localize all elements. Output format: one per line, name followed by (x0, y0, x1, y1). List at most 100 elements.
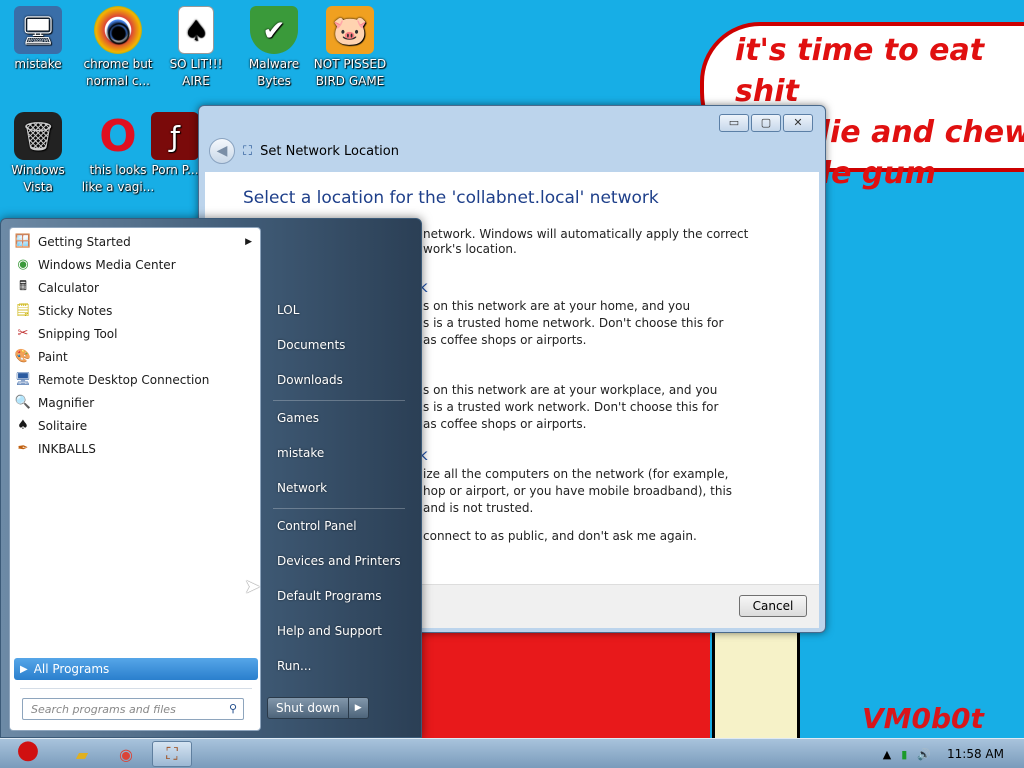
start-link-downloads[interactable]: Downloads (267, 366, 415, 394)
program-item-paint[interactable]: 🎨 Paint (10, 345, 260, 368)
chrome-icon: ◉ (119, 744, 133, 764)
window-heading: Select a location for the 'collabnet.loc… (243, 188, 659, 208)
program-label: Paint (38, 349, 68, 364)
desktop-icon-chrome[interactable]: ◉ chrome but normal c... (80, 6, 156, 90)
start-button[interactable]: ● (2, 731, 54, 768)
maximize-button[interactable]: ▢ (751, 114, 781, 132)
desktop-icon-porn[interactable]: ƒ Porn P... (150, 112, 200, 179)
start-link-control-panel[interactable]: Control Panel (267, 512, 415, 540)
triangle-right-icon: ▶ (20, 663, 28, 675)
desktop-icon-mistake[interactable]: 🖥 mistake (0, 6, 76, 73)
separator (273, 508, 405, 509)
start-link-run[interactable]: Run... (267, 652, 415, 680)
desktop-icon-label: Malware Bytes (248, 57, 300, 88)
program-item-calculator[interactable]: 🖩 Calculator (10, 276, 260, 299)
trash-icon: 🗑 (14, 112, 62, 160)
program-item-sticky-notes[interactable]: 🗒 Sticky Notes (10, 299, 260, 322)
show-hidden-icons-arrow-icon[interactable]: ▲ (883, 748, 891, 761)
shutdown-button[interactable]: Shut down (267, 697, 349, 719)
magnifier-icon: 🔍 (14, 395, 32, 410)
program-label: Solitaire (38, 418, 88, 433)
flash-icon: ƒ (151, 112, 199, 160)
desktop-icon-solitaire[interactable]: ♠ SO LIT!!! AIRE (158, 6, 234, 90)
network-icon: ⛶ (243, 143, 253, 159)
shutdown-group: Shut down ▶ (267, 697, 369, 719)
minimize-button[interactable]: ▭ (719, 114, 749, 132)
desktop-icon-label: mistake (14, 57, 62, 71)
public-network-text: and is not trusted. (423, 501, 534, 515)
public-network-text: ize all the computers on the network (fo… (423, 467, 729, 481)
network-status-icon[interactable]: ▮ (901, 748, 907, 761)
program-item-solitaire[interactable]: ♠ Solitaire (10, 414, 260, 437)
program-label: Getting Started (38, 234, 131, 249)
desktop-icon-vista[interactable]: 🗑 Windows Vista (0, 112, 76, 196)
window-title: Set Network Location (260, 143, 399, 159)
start-link-default-programs[interactable]: Default Programs (267, 582, 415, 610)
taskbar-explorer[interactable]: ▰ (62, 741, 102, 767)
getting-started-icon: 🪟 (14, 234, 32, 249)
program-label: Calculator (38, 280, 99, 295)
all-programs-button[interactable]: ▶ All Programs (14, 658, 258, 680)
program-item-remote-desktop[interactable]: 🖥 Remote Desktop Connection (10, 368, 260, 391)
clock[interactable]: 11:58 AM (947, 747, 1004, 761)
ink-icon: ✒ (17, 441, 29, 456)
program-item-magnifier[interactable]: 🔍 Magnifier (10, 391, 260, 414)
folder-icon: ▰ (75, 744, 89, 764)
desktop-icon-label: NOT PISSED BIRD GAME (313, 57, 387, 88)
start-search-box[interactable]: ⚲ (22, 698, 244, 720)
program-label: Magnifier (38, 395, 95, 410)
wallpaper-signature: VM0b0t (862, 702, 984, 735)
desktop-icon-label: this looks like a vagi... (81, 163, 155, 194)
program-item-snipping-tool[interactable]: ✂ Snipping Tool (10, 322, 260, 345)
taskbar: ● ▰ ◉ ⛶ ▲ ▮ 🔊 11:58 AM (0, 735, 1024, 768)
cancel-button[interactable]: Cancel (739, 595, 807, 617)
program-label: Remote Desktop Connection (38, 372, 210, 387)
public-checkbox-label[interactable]: connect to as public, and don't ask me a… (423, 528, 803, 545)
intro-text-line: work's location. (423, 242, 517, 256)
search-input[interactable] (23, 699, 213, 719)
wallpaper-red-shape (420, 632, 710, 738)
home-network-text: s is a trusted home network. Don't choos… (423, 316, 724, 330)
program-label: INKBALLS (38, 441, 96, 456)
shutdown-options-arrow-icon[interactable]: ▶ (348, 697, 369, 719)
paint-icon: 🎨 (14, 349, 32, 364)
pig-icon: 🐷 (326, 6, 374, 54)
program-label: Sticky Notes (38, 303, 113, 318)
cards-icon: ♠ (178, 6, 214, 54)
start-link-mistake[interactable]: mistake (267, 439, 415, 467)
start-link-devices-printers[interactable]: Devices and Printers (267, 547, 415, 575)
desktop-icon-malwarebytes[interactable]: ✔ Malware Bytes (236, 6, 312, 90)
desktop-icon-label: Porn P... (151, 163, 199, 177)
wallpaper-yellow-shape (712, 628, 800, 738)
separator (20, 688, 252, 689)
window-header: ◀ ⛶ Set Network Location (209, 136, 399, 166)
program-item-getting-started[interactable]: 🪟 Getting Started ▶ (10, 230, 260, 253)
back-arrow-icon[interactable]: ◀ (209, 138, 235, 164)
all-programs-label: All Programs (33, 662, 110, 676)
start-link-network[interactable]: Network (267, 474, 415, 502)
desktop-icon-opera[interactable]: O this looks like a vagi... (80, 112, 156, 196)
work-network-text: as coffee shops or airports. (423, 417, 587, 431)
work-network-text: s is a trusted work network. Don't choos… (423, 400, 719, 414)
window-caption-buttons: ▭ ▢ ✕ (719, 114, 813, 132)
taskbar-chrome[interactable]: ◉ (106, 741, 146, 767)
close-button[interactable]: ✕ (783, 114, 813, 132)
volume-icon[interactable]: 🔊 (917, 748, 931, 761)
work-network-text: s on this network are at your workplace,… (423, 383, 718, 397)
angry-bird-icon: ● (16, 735, 40, 765)
network-setup-icon: ⛶ (166, 744, 178, 763)
start-link-lol[interactable]: LOL (267, 296, 415, 324)
submenu-arrow-icon: ▶ (245, 236, 252, 247)
desktop-icon-pig-game[interactable]: 🐷 NOT PISSED BIRD GAME (312, 6, 388, 90)
program-label: Windows Media Center (38, 257, 176, 272)
system-tray: ▲ ▮ 🔊 11:58 AM (883, 739, 1024, 768)
mouse-cursor-icon: ➤ (244, 574, 261, 598)
program-item-media-center[interactable]: ◉ Windows Media Center (10, 253, 260, 276)
start-link-help-support[interactable]: Help and Support (267, 617, 415, 645)
start-link-documents[interactable]: Documents (267, 331, 415, 359)
monitor-shield-icon: 🖥 (14, 6, 62, 54)
program-item-inkballs[interactable]: ✒ INKBALLS (10, 437, 260, 460)
taskbar-network-window[interactable]: ⛶ (152, 741, 192, 767)
remote-desktop-icon: 🖥 (14, 372, 32, 387)
start-link-games[interactable]: Games (267, 404, 415, 432)
